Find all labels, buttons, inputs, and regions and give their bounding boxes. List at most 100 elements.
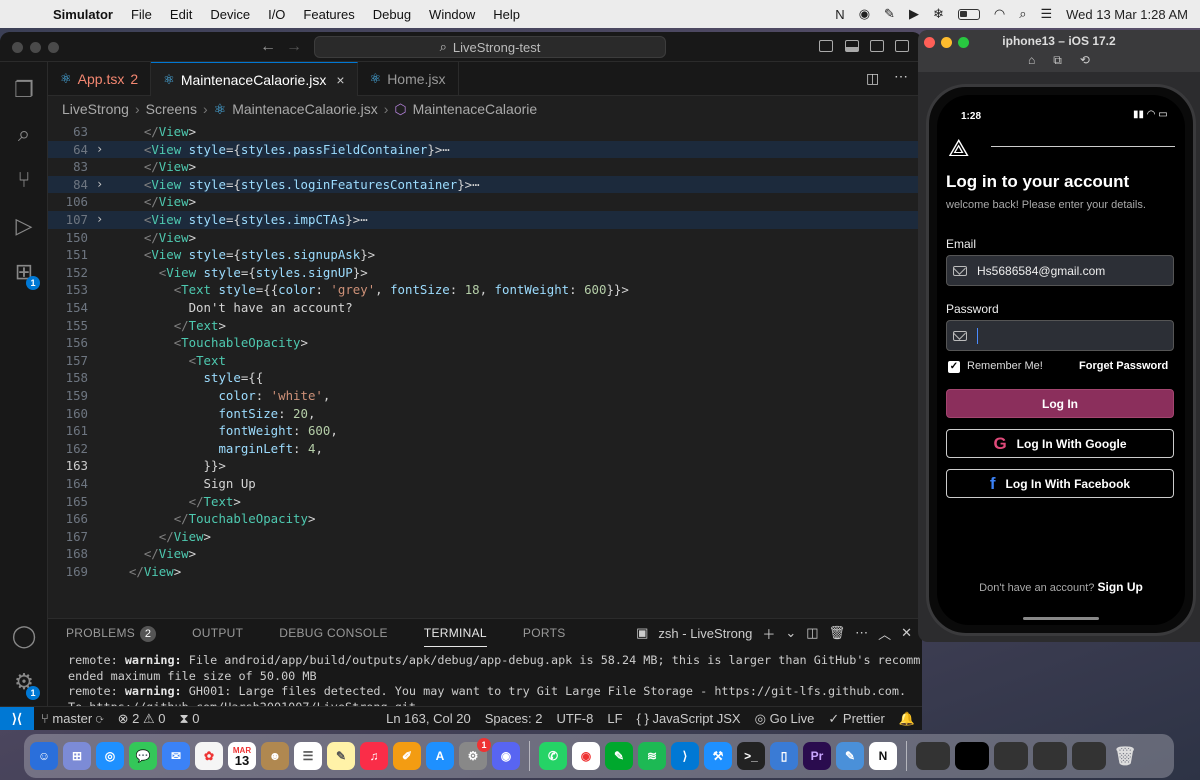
tab-home-jsx[interactable]: ⚛ Home.jsx xyxy=(358,62,459,96)
control-center-icon[interactable]: ☰ xyxy=(1040,6,1052,22)
music-icon[interactable]: ♫ xyxy=(360,742,388,770)
account-icon[interactable]: ◯ xyxy=(10,622,38,650)
notifications-bell-icon[interactable]: 🔔 xyxy=(892,711,922,727)
play-icon[interactable]: ▶ xyxy=(909,6,919,22)
signup-link[interactable]: Sign Up xyxy=(1097,580,1142,594)
tab-output[interactable]: OUTPUT xyxy=(174,619,261,647)
run-debug-icon[interactable]: ▷ xyxy=(10,212,38,240)
minimized-window-4[interactable] xyxy=(1033,742,1067,770)
code-editor[interactable]: 63 </View> 64 › <View style={styles.passFi… xyxy=(48,122,922,618)
terminal-icon[interactable]: >_ xyxy=(737,742,765,770)
launchpad-icon[interactable]: ⊞ xyxy=(63,742,91,770)
chevron-down-icon[interactable]: ⌄ xyxy=(785,625,796,641)
menu-device[interactable]: Device xyxy=(201,7,259,22)
code-line[interactable]: 158 style={{ xyxy=(48,369,922,387)
notes-icon[interactable]: ✎ xyxy=(327,742,355,770)
app-store-icon[interactable]: A xyxy=(426,742,454,770)
zoom-window-button[interactable] xyxy=(48,42,59,53)
system-settings-icon[interactable]: ⚙ 1 xyxy=(459,738,491,770)
code-line[interactable]: 83 </View> xyxy=(48,158,922,176)
fold-chevron-icon[interactable]: › xyxy=(96,176,103,194)
code-line[interactable]: 165 </Text> xyxy=(48,493,922,511)
indentation[interactable]: Spaces: 2 xyxy=(478,711,550,726)
close-panel-icon[interactable]: ✕ xyxy=(901,625,912,641)
code-line[interactable]: 155 </Text> xyxy=(48,317,922,335)
code-line[interactable]: 151 <View style={styles.signupAsk}> xyxy=(48,246,922,264)
messages-icon[interactable]: 💬 xyxy=(129,742,157,770)
command-center-search[interactable]: ⌕ LiveStrong-test xyxy=(314,36,666,58)
wifi-icon[interactable]: ◠ xyxy=(994,6,1005,22)
code-line[interactable]: 63 </View> xyxy=(48,123,922,141)
terminal-name[interactable]: zsh - LiveStrong xyxy=(658,626,752,641)
code-line[interactable]: 167 </View> xyxy=(48,528,922,546)
breadcrumb-screens[interactable]: Screens xyxy=(146,101,197,117)
source-control-icon[interactable]: ⑂ xyxy=(10,166,38,194)
evernote-icon[interactable]: ✎ xyxy=(605,742,633,770)
language-mode[interactable]: { } JavaScript JSX xyxy=(630,711,748,726)
split-editor-icon[interactable]: ◫ xyxy=(866,70,879,87)
encoding[interactable]: UTF-8 xyxy=(550,711,601,726)
tab-debug-console[interactable]: DEBUG CONSOLE xyxy=(261,619,406,647)
finder-icon[interactable]: ☺ xyxy=(30,742,58,770)
prettier-status[interactable]: ✓ Prettier xyxy=(821,711,891,727)
code-line[interactable]: 164 Sign Up xyxy=(48,475,922,493)
vscode-icon[interactable]: ⟩ xyxy=(671,742,699,770)
customize-layout-icon[interactable] xyxy=(895,40,909,52)
branch-status[interactable]: ⑂ master ⟳ xyxy=(34,711,111,726)
code-line[interactable]: 162 marginLeft: 4, xyxy=(48,440,922,458)
minimize-window-button[interactable] xyxy=(30,42,41,53)
pages-icon[interactable]: ✐ xyxy=(393,742,421,770)
notion-status-icon[interactable]: N xyxy=(835,7,844,22)
safari-icon[interactable]: ◎ xyxy=(96,742,124,770)
tab-terminal[interactable]: TERMINAL xyxy=(406,619,505,647)
reminders-icon[interactable]: ☰ xyxy=(294,742,322,770)
code-line[interactable]: 150 </View> xyxy=(48,229,922,247)
calendar-icon[interactable]: MAR 13 xyxy=(228,742,256,770)
maximize-panel-icon[interactable]: ︿ xyxy=(878,624,891,643)
discord-icon[interactable]: ◉ xyxy=(492,742,520,770)
code-line[interactable]: 107 › <View style={styles.impCTAs}>⋯ xyxy=(48,211,922,229)
toggle-sidebar-icon[interactable] xyxy=(819,40,833,52)
fold-chevron-icon[interactable]: › xyxy=(96,141,103,159)
forward-arrow-icon[interactable]: → xyxy=(286,38,302,56)
whatsapp-icon[interactable]: ✆ xyxy=(539,742,567,770)
minimized-window-2[interactable] xyxy=(955,742,989,770)
ports-status[interactable]: ⧗ 0 xyxy=(172,711,206,727)
password-field[interactable] xyxy=(946,320,1174,351)
menu-file[interactable]: File xyxy=(122,7,161,22)
datetime[interactable]: Wed 13 Mar 1:28 AM xyxy=(1066,7,1188,22)
notion-icon[interactable]: N xyxy=(869,742,897,770)
menu-io[interactable]: I/O xyxy=(259,7,294,22)
menu-window[interactable]: Window xyxy=(420,7,484,22)
go-live[interactable]: ◎ Go Live xyxy=(748,711,822,727)
toggle-panel-icon[interactable] xyxy=(845,40,859,52)
code-line[interactable]: 154 Don't have an account? xyxy=(48,299,922,317)
line-ending[interactable]: LF xyxy=(600,711,629,726)
minimized-window-3[interactable] xyxy=(994,742,1028,770)
code-line[interactable]: 106 </View> xyxy=(48,193,922,211)
contacts-icon[interactable]: ☻ xyxy=(261,742,289,770)
simulator-icon[interactable]: ▯ xyxy=(770,742,798,770)
code-line[interactable]: 160 fontSize: 20, xyxy=(48,405,922,423)
menu-debug[interactable]: Debug xyxy=(364,7,420,22)
code-line[interactable]: 64 › <View style={styles.passFieldContain… xyxy=(48,140,922,159)
xcode-icon[interactable]: ⚒ xyxy=(704,742,732,770)
battery-icon[interactable] xyxy=(957,8,980,20)
minimized-window-1[interactable] xyxy=(916,742,950,770)
google-login-button[interactable]: G Log In With Google xyxy=(946,429,1174,458)
code-line[interactable]: 153 <Text style={{color: 'grey', fontSiz… xyxy=(48,281,922,299)
tab-app-tsx[interactable]: ⚛ App.tsx 2 xyxy=(48,62,152,96)
more-icon[interactable]: ⋯ xyxy=(855,625,868,641)
menu-features[interactable]: Features xyxy=(294,7,363,22)
trash-icon[interactable]: 🗑 xyxy=(1111,742,1139,770)
minimized-window-5[interactable] xyxy=(1072,742,1106,770)
mail-icon[interactable]: ✉ xyxy=(162,742,190,770)
menu-edit[interactable]: Edit xyxy=(161,7,201,22)
chrome-icon[interactable]: ◉ xyxy=(572,742,600,770)
problems-status[interactable]: ⊗ 2 ⚠ 0 xyxy=(111,711,173,727)
cursor-position[interactable]: Ln 163, Col 20 xyxy=(379,711,478,726)
remember-checkbox[interactable]: ✓ xyxy=(948,361,960,373)
code-line[interactable]: 163 }}> xyxy=(48,457,922,475)
more-actions-icon[interactable]: ⋯ xyxy=(894,68,908,85)
forget-password-link[interactable]: Forget Password xyxy=(1079,360,1168,372)
